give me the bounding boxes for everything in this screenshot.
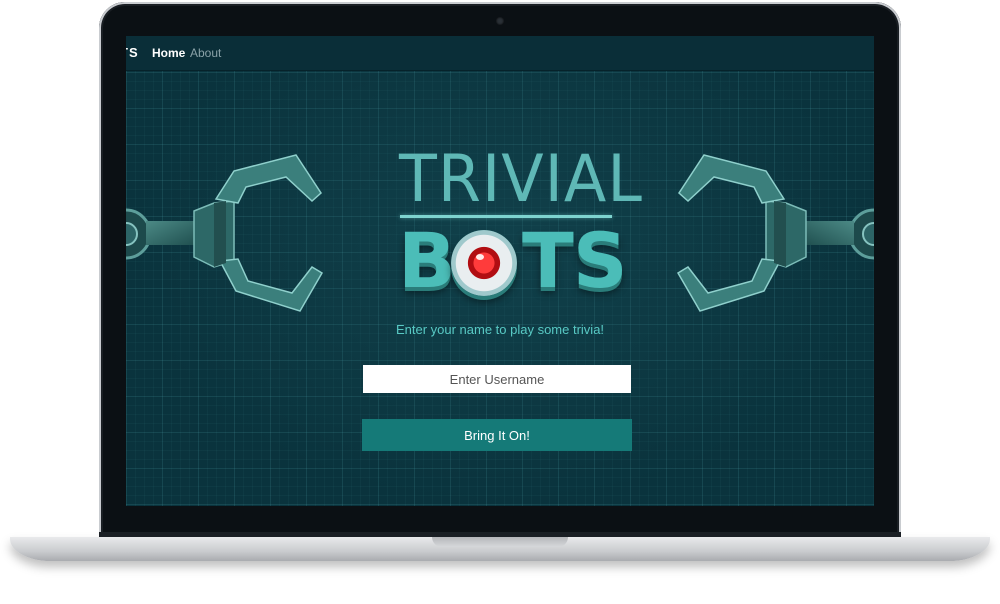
tagline: Enter your name to play some trivia! bbox=[395, 322, 605, 337]
right-claw-icon bbox=[676, 154, 874, 312]
bring-it-on-button[interactable]: Bring It On! bbox=[362, 419, 632, 451]
left-claw-icon bbox=[126, 154, 324, 312]
logo-letters-ts: TS bbox=[522, 216, 628, 305]
logo-title-trivial: TRIVIAL bbox=[399, 140, 643, 217]
username-input[interactable] bbox=[363, 365, 631, 393]
robot-eye-icon bbox=[451, 230, 517, 296]
webcam bbox=[496, 17, 504, 25]
laptop-notch bbox=[432, 537, 568, 547]
nav-about-link[interactable]: About bbox=[190, 46, 221, 60]
navbar: TS Home About bbox=[126, 36, 874, 71]
logo-letter-b: B bbox=[398, 216, 456, 305]
nav-home-link[interactable]: Home bbox=[152, 46, 185, 60]
app-screen: TS Home About bbox=[126, 36, 874, 506]
brand-logo[interactable]: TS bbox=[126, 45, 139, 60]
